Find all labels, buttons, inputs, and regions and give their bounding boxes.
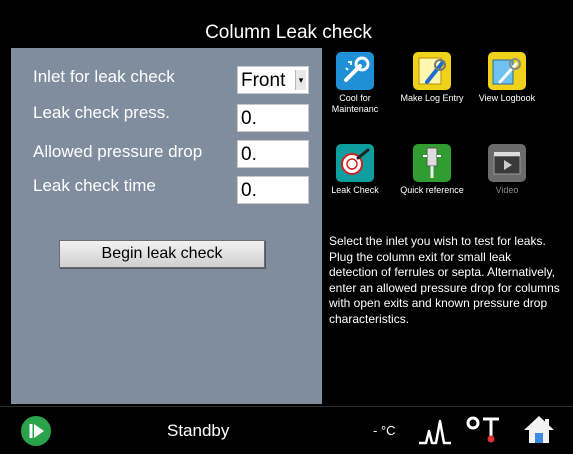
tile-label: Quick reference bbox=[400, 185, 464, 195]
tile-label: View Logbook bbox=[478, 93, 536, 103]
leak-press-input[interactable]: 0. bbox=[237, 104, 309, 132]
tile-label: Leak Check bbox=[331, 185, 379, 195]
tile-cool-maintenance[interactable]: Cool for Maintenanc bbox=[315, 52, 395, 115]
leak-press-label: Leak check press. bbox=[33, 103, 171, 122]
leak-check-icon bbox=[336, 144, 374, 182]
leak-check-form: Inlet for leak check Front ▾ Leak check … bbox=[11, 48, 322, 404]
pressure-drop-input[interactable]: 0. bbox=[237, 140, 309, 168]
cool-maintenance-icon bbox=[336, 52, 374, 90]
status-state: Standby bbox=[167, 421, 230, 440]
tile-quick-reference[interactable]: Quick reference bbox=[392, 144, 472, 196]
home-icon[interactable] bbox=[522, 413, 556, 450]
video-icon bbox=[488, 144, 526, 182]
instrument-status-icon[interactable] bbox=[465, 415, 503, 450]
tools-panel: Cool for Maintenanc Make Log Entry View … bbox=[322, 48, 569, 404]
tile-label: Video bbox=[495, 185, 519, 195]
inlet-select[interactable]: Front ▾ bbox=[237, 66, 309, 94]
tile-label: Make Log Entry bbox=[400, 93, 464, 103]
page-title: Column Leak check bbox=[205, 22, 372, 43]
chromatogram-icon[interactable] bbox=[418, 417, 452, 450]
pressure-drop-label: Allowed pressure drop bbox=[33, 142, 203, 161]
quick-reference-icon bbox=[413, 144, 451, 182]
start-run-icon[interactable] bbox=[20, 415, 52, 452]
view-logbook-icon bbox=[488, 52, 526, 90]
inlet-label: Inlet for leak check bbox=[33, 67, 175, 86]
tile-view-logbook[interactable]: View Logbook bbox=[467, 52, 547, 104]
chevron-down-icon[interactable]: ▾ bbox=[295, 70, 306, 90]
leak-time-input[interactable]: 0. bbox=[237, 176, 309, 204]
inlet-select-value: Front bbox=[241, 70, 286, 91]
tile-leak-check[interactable]: Leak Check bbox=[315, 144, 395, 196]
tile-video: Video bbox=[467, 144, 547, 196]
leak-time-label: Leak check time bbox=[33, 176, 156, 195]
oven-temperature: - °C bbox=[373, 423, 396, 438]
help-text: Select the inlet you wish to test for le… bbox=[329, 234, 560, 326]
tile-label: Cool for Maintenanc bbox=[331, 93, 379, 114]
begin-leak-check-button[interactable]: Begin leak check bbox=[59, 240, 265, 268]
make-log-entry-icon bbox=[413, 52, 451, 90]
status-bar: Standby - °C bbox=[0, 406, 573, 454]
screen: Column Leak check Inlet for leak check F… bbox=[0, 0, 573, 454]
tile-make-log-entry[interactable]: Make Log Entry bbox=[392, 52, 472, 104]
